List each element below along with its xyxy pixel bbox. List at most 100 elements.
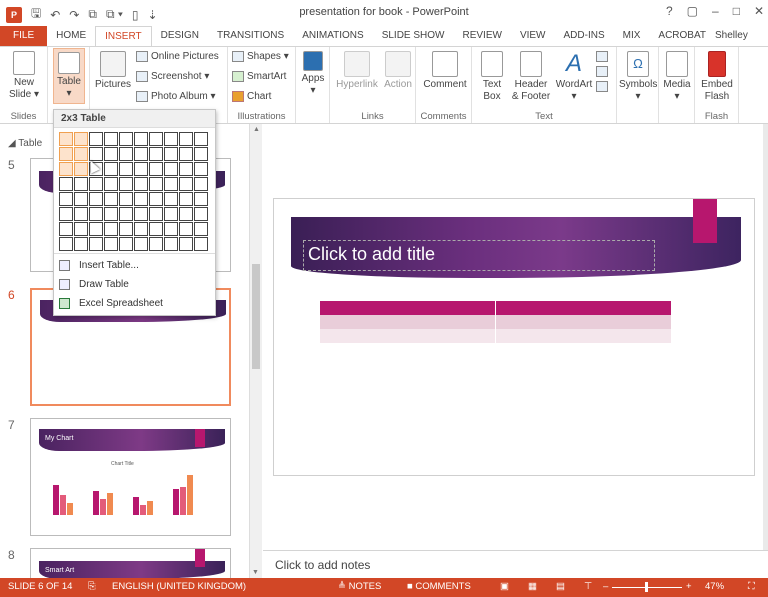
tab-acrobat[interactable]: ACROBAT bbox=[649, 26, 715, 46]
wordart-button[interactable]: A WordArt ▾ bbox=[554, 51, 594, 103]
slide-thumb-7[interactable]: My Chart Chart Title bbox=[30, 418, 231, 536]
grid-cell[interactable] bbox=[74, 222, 88, 236]
grid-cell[interactable] bbox=[59, 207, 73, 221]
zoom-in-icon[interactable]: + bbox=[686, 581, 692, 592]
zoom-slider-knob[interactable] bbox=[645, 582, 648, 592]
slide-thumb-8[interactable]: Smart Art bbox=[30, 548, 231, 578]
grid-cell[interactable] bbox=[164, 222, 178, 236]
grid-cell[interactable] bbox=[104, 192, 118, 206]
grid-cell[interactable] bbox=[194, 237, 208, 251]
table-cell[interactable] bbox=[496, 329, 672, 343]
tab-design[interactable]: DESIGN bbox=[152, 26, 208, 46]
grid-cell[interactable] bbox=[59, 162, 73, 176]
table-grid-picker[interactable] bbox=[59, 132, 208, 251]
grid-cell[interactable] bbox=[104, 207, 118, 221]
grid-cell[interactable] bbox=[119, 222, 133, 236]
slide-table[interactable] bbox=[320, 301, 672, 343]
grid-cell[interactable] bbox=[134, 162, 148, 176]
grid-cell[interactable] bbox=[179, 237, 193, 251]
table-cell[interactable] bbox=[320, 329, 496, 343]
hyperlink-button[interactable]: Hyperlink bbox=[334, 51, 380, 91]
grid-cell[interactable] bbox=[89, 177, 103, 191]
grid-cell[interactable] bbox=[194, 147, 208, 161]
grid-cell[interactable] bbox=[164, 207, 178, 221]
photo-album-button[interactable]: Photo Album ▾ bbox=[136, 91, 216, 102]
fit-slide-icon[interactable]: ⛶ bbox=[748, 581, 755, 592]
grid-cell[interactable] bbox=[194, 207, 208, 221]
grid-cell[interactable] bbox=[164, 192, 178, 206]
comments-toggle[interactable]: ■ COMMENTS bbox=[407, 581, 471, 592]
grid-cell[interactable] bbox=[194, 222, 208, 236]
tab-review[interactable]: REVIEW bbox=[453, 26, 510, 46]
grid-cell[interactable] bbox=[134, 222, 148, 236]
grid-cell[interactable] bbox=[104, 222, 118, 236]
user-account[interactable]: Shelley Fi... ▾ bbox=[715, 26, 768, 61]
tab-view[interactable]: VIEW bbox=[511, 26, 555, 46]
grid-cell[interactable] bbox=[149, 177, 163, 191]
current-slide[interactable]: Click to add title bbox=[273, 198, 755, 476]
new-slide-button[interactable]: New Slide ▾ bbox=[6, 51, 42, 101]
pictures-button[interactable]: Pictures bbox=[93, 51, 133, 91]
table-cell[interactable] bbox=[320, 315, 496, 329]
grid-cell[interactable] bbox=[74, 177, 88, 191]
grid-cell[interactable] bbox=[179, 132, 193, 146]
grid-cell[interactable] bbox=[119, 147, 133, 161]
grid-cell[interactable] bbox=[134, 147, 148, 161]
grid-cell[interactable] bbox=[179, 192, 193, 206]
table-button[interactable]: Table ▾ bbox=[53, 48, 85, 104]
grid-cell[interactable] bbox=[104, 132, 118, 146]
grid-cell[interactable] bbox=[134, 132, 148, 146]
grid-cell[interactable] bbox=[104, 162, 118, 176]
normal-view-icon[interactable]: ▣ bbox=[500, 581, 509, 592]
draw-table-item[interactable]: Draw Table bbox=[59, 279, 129, 290]
editor-scrollbar[interactable] bbox=[763, 124, 768, 550]
grid-cell[interactable] bbox=[74, 207, 88, 221]
apps-button[interactable]: Apps ▾ bbox=[298, 51, 328, 97]
grid-cell[interactable] bbox=[119, 237, 133, 251]
grid-cell[interactable] bbox=[89, 192, 103, 206]
grid-cell[interactable] bbox=[89, 207, 103, 221]
thumbnail-scrollbar[interactable]: ▲ ▼ bbox=[249, 124, 262, 578]
chart-button[interactable]: Chart bbox=[232, 91, 271, 102]
grid-cell[interactable] bbox=[89, 222, 103, 236]
title-placeholder[interactable]: Click to add title bbox=[303, 240, 655, 271]
tab-insert[interactable]: INSERT bbox=[95, 26, 152, 46]
grid-cell[interactable] bbox=[194, 192, 208, 206]
notes-toggle[interactable]: ≜ NOTES bbox=[338, 581, 381, 592]
grid-cell[interactable] bbox=[164, 132, 178, 146]
grid-cell[interactable] bbox=[89, 132, 103, 146]
grid-cell[interactable] bbox=[119, 177, 133, 191]
symbols-button[interactable]: Ω Symbols ▾ bbox=[619, 51, 657, 103]
grid-cell[interactable] bbox=[134, 207, 148, 221]
grid-cell[interactable] bbox=[59, 132, 73, 146]
grid-cell[interactable] bbox=[74, 132, 88, 146]
scroll-up-icon[interactable]: ▲ bbox=[252, 126, 261, 135]
grid-cell[interactable] bbox=[194, 132, 208, 146]
header-footer-button[interactable]: Header & Footer bbox=[510, 51, 552, 103]
grid-cell[interactable] bbox=[59, 237, 73, 251]
grid-cell[interactable] bbox=[179, 147, 193, 161]
grid-cell[interactable] bbox=[134, 192, 148, 206]
media-button[interactable]: Media ▾ bbox=[661, 51, 693, 103]
slide-show-icon[interactable]: ⊤ bbox=[584, 581, 592, 592]
grid-cell[interactable] bbox=[149, 162, 163, 176]
shapes-button[interactable]: Shapes ▾ bbox=[232, 51, 289, 62]
tab-slide-show[interactable]: SLIDE SHOW bbox=[373, 26, 454, 46]
grid-cell[interactable] bbox=[119, 162, 133, 176]
tab-add-ins[interactable]: ADD-INS bbox=[555, 26, 614, 46]
grid-cell[interactable] bbox=[59, 177, 73, 191]
grid-cell[interactable] bbox=[194, 177, 208, 191]
grid-cell[interactable] bbox=[74, 192, 88, 206]
minimize-icon[interactable]: – bbox=[712, 4, 719, 18]
table-cell[interactable] bbox=[496, 301, 672, 315]
grid-cell[interactable] bbox=[179, 162, 193, 176]
reading-view-icon[interactable]: ▤ bbox=[556, 581, 565, 592]
tab-mix[interactable]: MIX bbox=[614, 26, 650, 46]
grid-cell[interactable] bbox=[194, 162, 208, 176]
grid-cell[interactable] bbox=[104, 237, 118, 251]
grid-cell[interactable] bbox=[149, 207, 163, 221]
scroll-down-icon[interactable]: ▼ bbox=[252, 569, 259, 576]
insert-table-item[interactable]: Insert Table... bbox=[59, 260, 139, 271]
action-button[interactable]: Action bbox=[382, 51, 414, 91]
online-pictures-button[interactable]: Online Pictures bbox=[136, 51, 219, 62]
